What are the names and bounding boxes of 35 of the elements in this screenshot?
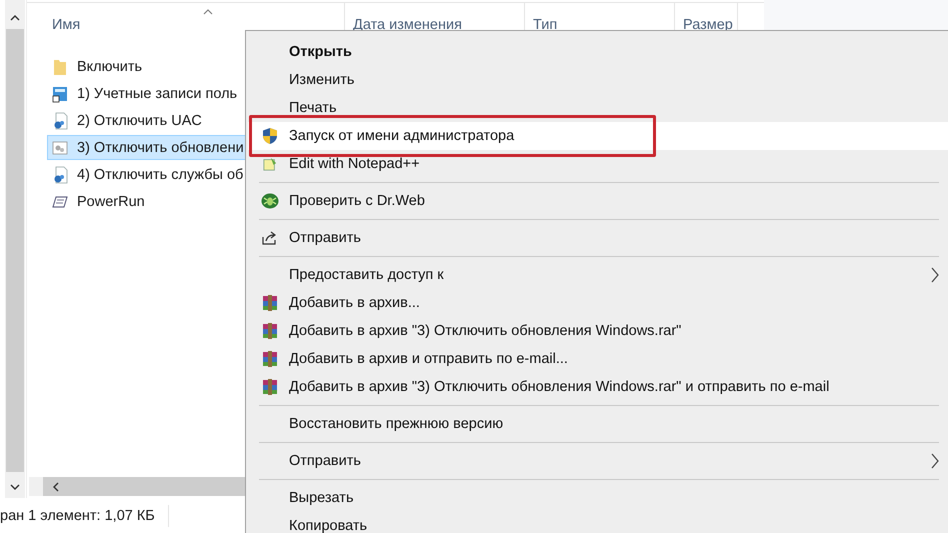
file-name: PowerRun [77,194,145,210]
menu-item[interactable]: Восстановить прежнюю версию [246,410,948,438]
file-name: 4) Отключить службы об [77,166,244,182]
menu-item[interactable]: Запуск от имени администратора [248,122,948,150]
menu-item[interactable]: Добавить в архив "3) Отключить обновления Windows.rar" и отправить по e-mail [246,373,948,401]
shield-icon [262,127,278,145]
file-name: 2) Отключить UAC [77,112,202,128]
menu-item[interactable]: Копировать [246,512,948,533]
folder-icon [52,58,68,76]
menu-item[interactable]: Добавить в архив "3) Отключить обновления Windows.rar" [246,317,948,345]
menu-item[interactable]: Добавить в архив... [246,289,948,317]
menu-item[interactable]: Добавить в архив и отправить по e-mail... [246,345,948,373]
menu-item[interactable]: Отправить [246,224,948,252]
spider-icon [261,193,279,209]
script-file-icon [52,112,68,130]
scroll-up-icon[interactable] [10,15,20,21]
scrollbar[interactable] [5,0,25,498]
archive-icon [262,295,278,311]
menu-item[interactable]: Предоставить доступ к [246,261,948,289]
archive-icon [262,323,278,339]
gear-file-icon [52,138,68,156]
file-name: 3) Отключить обновлени [77,140,244,156]
archive-icon [262,379,278,395]
scroll-down-icon[interactable] [10,484,20,490]
archive-icon [262,351,278,367]
file-name: Включить [77,58,142,74]
menu-item[interactable]: Вырезать [246,484,948,512]
script-file-icon [52,166,68,184]
file-name: 1) Учетные записи поль [77,86,238,102]
share-icon [262,231,278,245]
notepad-icon [263,157,277,171]
menu-item[interactable]: Отправить [246,447,948,475]
status-text: ран 1 элемент: 1,07 КБ [0,508,155,524]
scroll-left-icon[interactable] [53,482,59,492]
shortcut-icon [52,84,68,102]
